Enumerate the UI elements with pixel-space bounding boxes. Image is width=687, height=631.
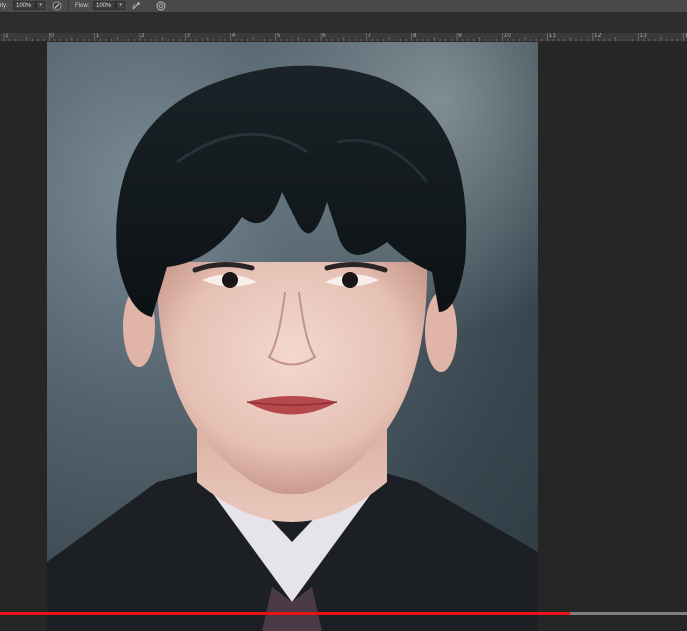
ruler-label: 11 (548, 33, 557, 39)
options-bar: ity: 100% ▾ Flow: 100% ▾ (0, 0, 687, 13)
ruler-label: 12 (593, 33, 602, 39)
ruler-label: 6 (322, 33, 326, 39)
portrait-photo (47, 42, 538, 631)
ruler-label: 10 (503, 33, 511, 39)
opacity-label: ity: (0, 3, 8, 9)
video-progress-bar[interactable] (0, 612, 687, 615)
ruler-ticks (3, 33, 684, 41)
ruler-label: 2 (140, 33, 145, 39)
panel-gap (0, 13, 687, 33)
airbrush-icon[interactable] (130, 0, 142, 12)
ruler-label: 13 (639, 33, 647, 39)
ruler-label: 0 (50, 33, 55, 39)
flow-dropdown-caret[interactable]: ▾ (116, 1, 125, 10)
flow-field[interactable]: 100% (93, 1, 116, 10)
ruler-label: 1 (5, 33, 9, 39)
ruler-label: 9 (458, 33, 462, 39)
ruler-label: 3 (186, 33, 191, 39)
video-progress-played (0, 612, 571, 615)
ruler-label: 4 (231, 33, 236, 39)
separator (68, 1, 69, 11)
ruler-label: 8 (412, 33, 417, 39)
horizontal-ruler[interactable]: 101234567891011121314 (0, 33, 687, 42)
ruler-label: 5 (276, 33, 281, 39)
pressure-size-icon[interactable] (155, 0, 167, 12)
ruler-label: 1 (95, 33, 100, 39)
opacity-field[interactable]: 100% (13, 1, 36, 10)
document-canvas[interactable] (47, 42, 538, 631)
flow-label: Flow: (75, 3, 90, 9)
opacity-dropdown-caret[interactable]: ▾ (36, 1, 45, 10)
ruler-label: 7 (367, 33, 372, 39)
pressure-pen-icon[interactable] (51, 0, 63, 12)
canvas-area[interactable] (0, 42, 687, 631)
